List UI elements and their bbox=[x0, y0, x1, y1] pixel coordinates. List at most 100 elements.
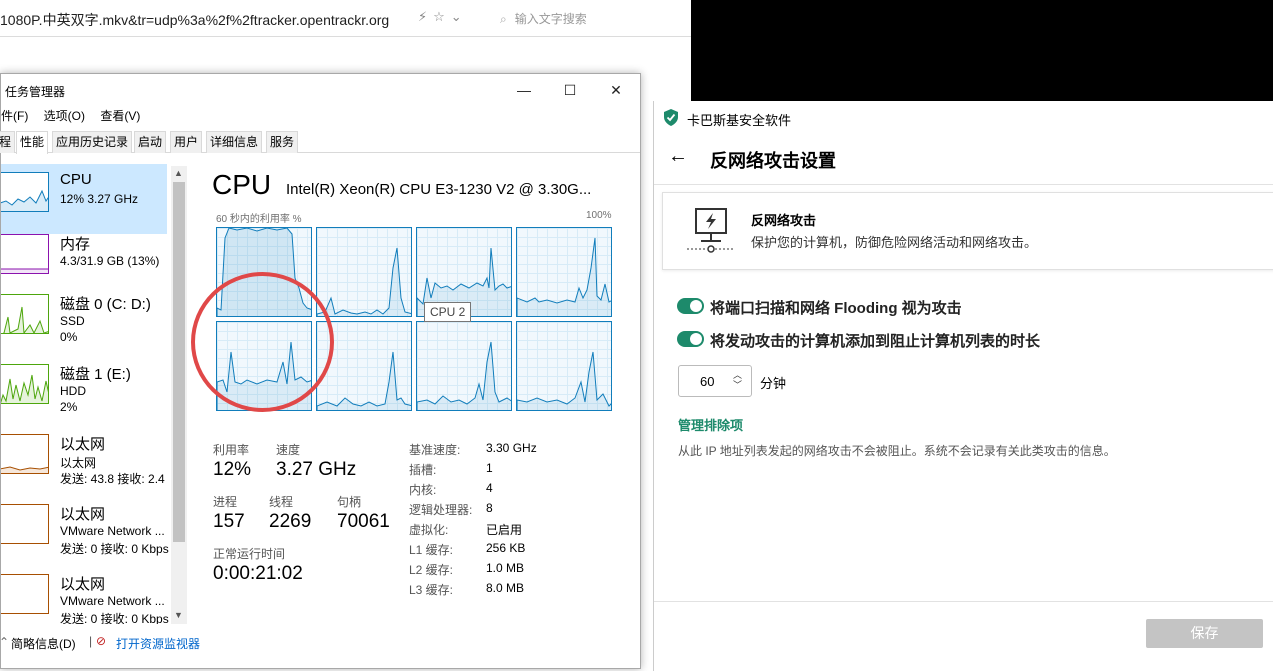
sidebar-item-sub2: 发送: 0 接收: 0 Kbps bbox=[60, 542, 169, 556]
graph-label: 60 秒内的利用率 % bbox=[216, 214, 302, 225]
address-bar[interactable]: 1080P.中英双字.mkv&tr=udp%3a%2f%2ftracker.op… bbox=[0, 0, 691, 37]
spec-key: 基准速度: bbox=[409, 443, 461, 457]
spec-value: 8 bbox=[486, 501, 493, 515]
sidebar-item-sub2: 发送: 0 接收: 0 Kbps bbox=[60, 612, 169, 624]
tab-startup[interactable]: 启动 bbox=[134, 131, 167, 153]
spec-key: L2 缓存: bbox=[409, 563, 454, 577]
component-card: 反网络攻击 保护您的计算机，防御危险网络活动和网络攻击。 bbox=[662, 192, 1273, 270]
url-text[interactable]: 1080P.中英双字.mkv&tr=udp%3a%2f%2ftracker.op… bbox=[0, 10, 416, 28]
spec-key: 逻辑处理器: bbox=[409, 503, 473, 517]
page-title: 反网络攻击设置 bbox=[710, 151, 836, 171]
scroll-up-icon[interactable]: ▲ bbox=[174, 168, 183, 178]
card-description: 保护您的计算机，防御危险网络活动和网络攻击。 bbox=[751, 235, 1038, 250]
star-icon[interactable]: ☆ bbox=[433, 9, 451, 24]
speed-label: 速度 bbox=[276, 443, 301, 457]
menu-options[interactable]: 选项(O) bbox=[44, 109, 85, 123]
spec-value: 已启用 bbox=[486, 523, 523, 537]
sidebar-item-disk1[interactable]: 磁盘 1 (E:) HDD 2% bbox=[1, 356, 167, 426]
menu-bar: 件(F) 选项(O) 查看(V) bbox=[1, 107, 152, 127]
cpu-thumbnail bbox=[1, 172, 49, 212]
app-title: 卡巴斯基安全软件 bbox=[687, 113, 792, 128]
minimize-button[interactable]: — bbox=[501, 78, 547, 102]
collapse-icon[interactable]: ⌃ bbox=[0, 635, 9, 649]
title-bar[interactable]: 任务管理器 — ☐ ✕ bbox=[1, 74, 640, 106]
spec-value: 4 bbox=[486, 481, 493, 495]
spec-value: 1 bbox=[486, 461, 493, 475]
duration-value[interactable]: 60 bbox=[700, 374, 714, 389]
divider bbox=[654, 601, 1273, 602]
card-title: 反网络攻击 bbox=[751, 213, 817, 228]
scroll-thumb[interactable] bbox=[173, 182, 185, 542]
sidebar-item-label: 以太网 bbox=[60, 436, 106, 453]
sidebar-item-label: 内存 bbox=[60, 236, 91, 253]
stepper-arrows-icon[interactable]: ︿ ﹀ bbox=[733, 370, 742, 390]
menu-file[interactable]: 件(F) bbox=[1, 109, 28, 123]
sidebar-item-ethernet[interactable]: 以太网 以太网 发送: 43.8 接收: 2.4 bbox=[1, 426, 167, 496]
spec-key: 内核: bbox=[409, 483, 437, 497]
sidebar-item-sub2: 2% bbox=[60, 400, 78, 414]
sidebar-item-vmnet1[interactable]: 以太网 VMware Network ... 发送: 0 接收: 0 Kbps bbox=[1, 496, 169, 566]
sidebar-item-disk0[interactable]: 磁盘 0 (C: D:) SSD 0% bbox=[1, 286, 167, 356]
disk1-thumbnail bbox=[1, 364, 49, 404]
menu-view[interactable]: 查看(V) bbox=[100, 109, 140, 123]
spec-value: 3.30 GHz bbox=[486, 441, 537, 455]
back-arrow-icon[interactable]: ← bbox=[668, 145, 688, 168]
ethernet-thumbnail bbox=[1, 434, 49, 474]
util-label: 利用率 bbox=[213, 443, 250, 457]
search-icon: ⌕ bbox=[500, 12, 507, 26]
sidebar-scrollbar[interactable]: ▲ ▼ bbox=[171, 166, 187, 624]
spec-key: 插槽: bbox=[409, 463, 437, 477]
chevron-down-icon[interactable]: ⌄ bbox=[451, 9, 468, 24]
sidebar-item-sub: 4.3/31.9 GB (13%) bbox=[60, 254, 160, 268]
tab-performance[interactable]: 性能 bbox=[16, 131, 49, 154]
divider bbox=[654, 184, 1273, 185]
sidebar-item-label: 磁盘 0 (C: D:) bbox=[60, 296, 151, 313]
sidebar-item-sub2: 发送: 43.8 接收: 2.4 bbox=[60, 472, 165, 486]
cpu-core-graph[interactable] bbox=[416, 321, 512, 411]
lightning-icon[interactable]: ⚡ bbox=[418, 9, 433, 24]
save-button[interactable]: 保存 bbox=[1146, 619, 1263, 648]
search-box[interactable]: ⌕ 输入文字搜索 bbox=[500, 10, 587, 27]
tab-services[interactable]: 服务 bbox=[266, 131, 299, 153]
cpu-heading: CPU bbox=[212, 169, 272, 200]
block-duration-label: 将发动攻击的计算机添加到阻止计算机列表的时长 bbox=[710, 333, 1041, 350]
maximize-button[interactable]: ☐ bbox=[547, 78, 593, 102]
separator: | bbox=[89, 634, 93, 648]
tab-processes[interactable]: 程 bbox=[0, 131, 16, 153]
search-placeholder: 输入文字搜索 bbox=[514, 12, 587, 26]
spec-key: L3 缓存: bbox=[409, 583, 454, 597]
cpu-core-graph[interactable] bbox=[516, 321, 612, 411]
thread-value: 2269 bbox=[269, 511, 312, 532]
port-scan-toggle[interactable] bbox=[677, 298, 704, 314]
sidebar-item-label: 磁盘 1 (E:) bbox=[60, 366, 131, 383]
vmnet2-thumbnail bbox=[1, 574, 49, 614]
cpu-core-graph[interactable] bbox=[516, 227, 612, 317]
sidebar-item-vmnet2[interactable]: 以太网 VMware Network ... 发送: 0 接收: 0 Kbps bbox=[1, 566, 169, 624]
block-duration-toggle[interactable] bbox=[677, 331, 704, 347]
cpu-core-graph[interactable] bbox=[316, 227, 412, 317]
tab-app-history[interactable]: 应用历史记录 bbox=[52, 131, 133, 153]
sidebar-item-label: 以太网 bbox=[60, 506, 106, 523]
sidebar-item-label: CPU bbox=[60, 171, 92, 188]
sidebar-item-sub: 以太网 bbox=[60, 456, 97, 470]
handle-label: 句柄 bbox=[337, 495, 362, 509]
scroll-down-icon[interactable]: ▼ bbox=[174, 610, 183, 620]
tab-details[interactable]: 详细信息 bbox=[206, 131, 263, 153]
annotation-circle bbox=[191, 272, 334, 412]
duration-stepper[interactable]: 60 ︿ ﹀ bbox=[678, 365, 752, 397]
handle-value: 70061 bbox=[337, 511, 390, 532]
manage-exclusions-link[interactable]: 管理排除项 bbox=[678, 415, 743, 434]
close-button[interactable]: ✕ bbox=[593, 78, 639, 102]
spec-value: 256 KB bbox=[486, 541, 526, 555]
tab-users[interactable]: 用户 bbox=[170, 131, 203, 153]
sidebar-item-sub: VMware Network ... bbox=[60, 524, 165, 538]
thread-label: 线程 bbox=[269, 495, 294, 509]
memory-thumbnail bbox=[1, 234, 49, 274]
exclusions-note: 从此 IP 地址列表发起的网络攻击不会被阻止。系统不会记录有关此类攻击的信息。 bbox=[678, 444, 1116, 458]
tab-strip: 程 性能 应用历史记录 启动 用户 详细信息 服务 bbox=[0, 131, 640, 154]
proc-value: 157 bbox=[213, 511, 245, 532]
port-scan-label: 将端口扫描和网络 Flooding 视为攻击 bbox=[710, 300, 962, 317]
open-resource-monitor-link[interactable]: 打开资源监视器 bbox=[116, 635, 200, 652]
sidebar-item-cpu[interactable]: CPU 12% 3.27 GHz bbox=[1, 164, 167, 234]
fewer-details-button[interactable]: 简略信息(D) bbox=[11, 635, 76, 652]
